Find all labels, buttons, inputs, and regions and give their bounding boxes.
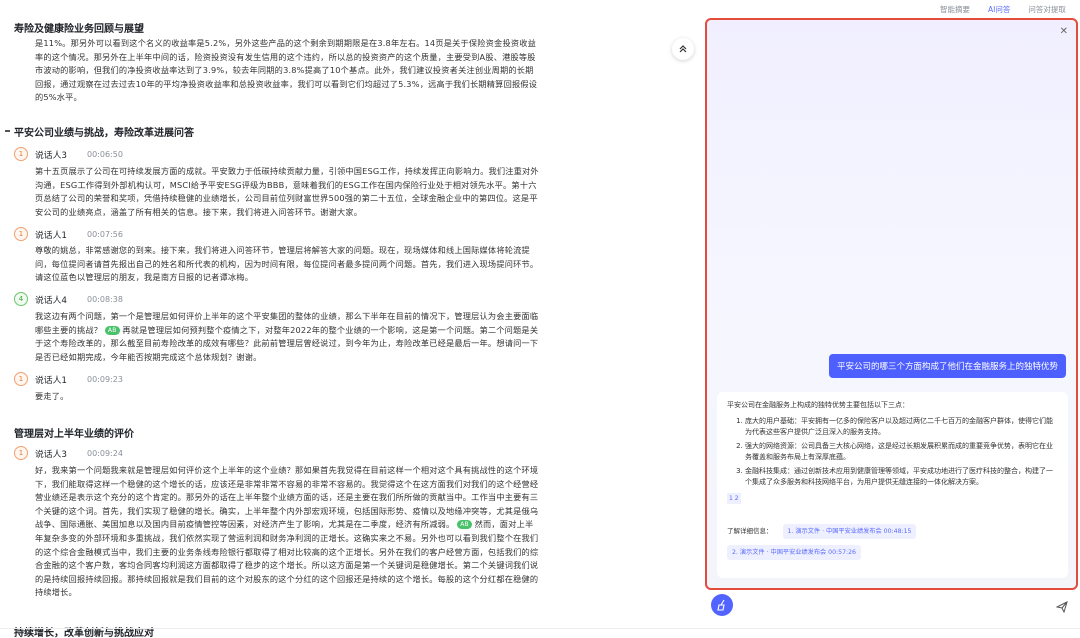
close-icon[interactable]: ✕	[1060, 26, 1068, 37]
answer-item: 金融科技集成：通过创新技术应用到健康管理等领域，平安成功地进行了医疗科技的整合，…	[745, 466, 1058, 488]
transcript-pane: 寿险及健康险业务回顾与展望 是11%。那另外可以看到这个名义的收益率是5.2%，…	[0, 0, 700, 638]
user-question-bubble: 平安公司的哪三个方面构成了他们在金融服务上的独特优势	[828, 354, 1066, 378]
speaker-row: 4 说话人4 00:08:38	[14, 292, 123, 306]
answer-intro: 平安公司在金融服务上构成的独特优势主要包括以下三点：	[727, 401, 909, 409]
more-info-row: 了解详细信息： 1. 演示文件 · 中国平安业绩发布会 00:48:15	[727, 524, 1058, 539]
speaker-name[interactable]: 说话人1	[35, 373, 67, 386]
speaker-row: 1 说话人1 00:07:56	[14, 227, 123, 241]
speaker-row: 1 说话人3 00:06:50	[14, 147, 123, 161]
answer-item: 强大的网络资源：公司具备三大核心网络，这是经过长期发展积累而成的重要竞争优势，表…	[745, 441, 1058, 463]
ai-tag-badge[interactable]: AB	[104, 325, 120, 335]
transcript-paragraph: 好，我来第一个问题我来就是管理层如何评价这个上半年的这个业绩？那如果首先我觉得在…	[35, 464, 540, 604]
speaker-avatar: 1	[14, 372, 28, 386]
speaker-name[interactable]: 说话人3	[35, 447, 67, 460]
broom-icon	[717, 599, 725, 611]
section-title[interactable]: 管理层对上半年业绩的评价	[14, 425, 134, 440]
answer-list: 庞大的用户基础：平安拥有一亿多的保险客户以及超过两亿二千七百万的金融客户群体，使…	[727, 416, 1058, 488]
divider	[0, 628, 1080, 629]
double-chevron-up-icon	[679, 45, 687, 53]
transcript-paragraph: 尊敬的姚总，非常感谢您的到来。接下来，我们将进入问答环节，管理层将解答大家的问题…	[35, 245, 539, 283]
timestamp[interactable]: 00:09:23	[87, 375, 123, 384]
tab-summary[interactable]: 智能摘要	[940, 4, 970, 15]
timestamp[interactable]: 00:09:24	[87, 449, 123, 458]
speaker-avatar: 1	[14, 227, 28, 241]
paragraph-text: 然而，面对上半年复杂多变的外部环境和多重挑战，我们依然实现了营运利润和财务净利润…	[35, 519, 539, 598]
more-info-label: 了解详细信息：	[727, 527, 773, 535]
transcript-paragraph: 要走了。	[35, 391, 69, 401]
tab-ai-qa[interactable]: AI问答	[988, 4, 1010, 15]
speaker-avatar: 1	[14, 147, 28, 161]
answer-item: 庞大的用户基础：平安拥有一亿多的保险客户以及超过两亿二千七百万的金融客户群体，使…	[745, 416, 1058, 438]
reference-link[interactable]: 1. 演示文件 · 中国平安业绩发布会 00:48:15	[782, 524, 917, 539]
tab-qa-extract[interactable]: 问答对提取	[1028, 4, 1066, 15]
speaker-row: 1 说话人1 00:09:23	[14, 372, 123, 386]
chat-input[interactable]	[739, 594, 1071, 618]
chat-input-bar	[705, 592, 1078, 620]
transcript-paragraph: 我这边有两个问题，第一个是管理层如何评价上半年的这个平安集团的整体的业绩，那么下…	[35, 310, 540, 364]
speaker-row: 1 说话人3 00:09:24	[14, 446, 123, 460]
speaker-name[interactable]: 说话人3	[35, 148, 67, 161]
timestamp[interactable]: 00:07:56	[87, 230, 123, 239]
speaker-avatar: 4	[14, 292, 28, 306]
reference-numbers[interactable]: 1 2	[727, 493, 741, 504]
transcript-paragraph: 是11%。那另外可以看到这个名义的收益率是5.2%，另外这些产品的这个剩余到期期…	[35, 38, 538, 103]
ai-tag-badge[interactable]: AB	[457, 520, 472, 530]
send-icon	[1055, 601, 1068, 614]
speaker-name[interactable]: 说话人1	[35, 228, 67, 241]
section-title: 寿险及健康险业务回顾与展望	[14, 24, 144, 35]
section-title[interactable]: 持续增长，改革创新与挑战应对	[14, 624, 154, 638]
top-tabs: 智能摘要 AI问答 问答对提取	[940, 4, 1066, 15]
ai-answer-card: 平安公司在金融服务上构成的独特优势主要包括以下三点： 庞大的用户基础：平安拥有一…	[717, 392, 1068, 578]
speaker-avatar: 1	[14, 446, 28, 460]
section-title[interactable]: 平安公司业绩与挑战，寿险改革进展问答	[14, 124, 194, 139]
reference-link[interactable]: 2. 演示文件 · 中国平安业绩发布会 00:57:26	[727, 545, 861, 560]
transcript-paragraph: 第十五页展示了公司在可持续发展方面的成就。平安致力于低碳持续贡献力量，引领中国E…	[35, 166, 539, 217]
ai-chat-panel: ✕ 平安公司的哪三个方面构成了他们在金融服务上的独特优势 平安公司在金融服务上构…	[705, 18, 1078, 590]
speaker-name[interactable]: 说话人4	[35, 293, 67, 306]
timestamp[interactable]: 00:08:38	[87, 295, 123, 304]
collapse-button[interactable]	[672, 38, 694, 60]
send-button[interactable]	[1055, 598, 1068, 617]
timestamp[interactable]: 00:06:50	[87, 150, 123, 159]
section-bullet-icon	[5, 130, 10, 132]
clear-chat-button[interactable]	[711, 594, 733, 616]
